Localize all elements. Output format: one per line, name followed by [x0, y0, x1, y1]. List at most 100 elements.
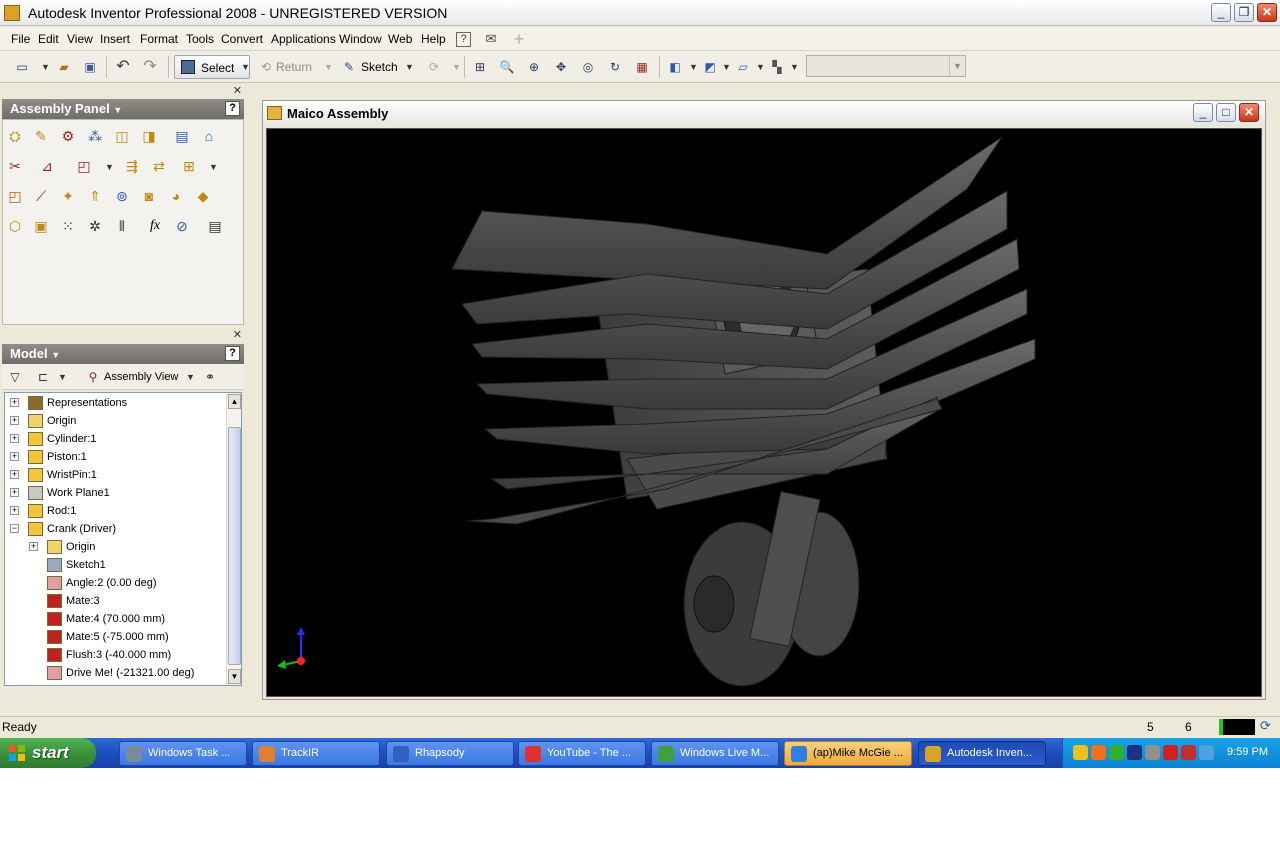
sketch-icon[interactable]: ✎ — [341, 57, 357, 77]
zoom-icon[interactable]: ⊕ — [524, 57, 544, 77]
camera-dropdown-icon[interactable]: ▼ — [722, 57, 731, 77]
open-folder-icon[interactable]: ▰ — [54, 57, 74, 77]
work-axis-icon[interactable]: ⟋ — [32, 187, 50, 205]
constraint-icon[interactable]: ✂ — [6, 157, 24, 175]
help-icon[interactable]: ? — [225, 346, 240, 361]
collapse-icon[interactable]: − — [10, 524, 19, 533]
assembly-view-selector[interactable]: Assembly View — [104, 367, 184, 387]
expand-icon[interactable]: + — [10, 452, 19, 461]
restore-button[interactable]: ❐ — [1234, 3, 1254, 22]
return-dropdown-icon[interactable]: ▼ — [324, 57, 333, 77]
return-icon[interactable]: ⟲ — [258, 57, 274, 77]
mcafee-icon[interactable] — [1163, 745, 1178, 760]
menu-format[interactable]: Format — [140, 32, 178, 46]
expand-icon[interactable]: + — [29, 542, 38, 551]
menu-view[interactable]: View — [67, 32, 93, 46]
app-icon[interactable] — [4, 5, 20, 21]
grid-snap-icon[interactable]: ⊞ — [180, 157, 198, 175]
rotate-icon[interactable]: ↻ — [605, 57, 625, 77]
style-combo[interactable]: ▼ — [806, 55, 966, 77]
move-component-icon[interactable]: ◰ — [75, 157, 93, 175]
new-file-icon[interactable]: ▭ — [12, 57, 32, 77]
parameters-icon[interactable]: fx — [146, 217, 164, 235]
extrude-icon[interactable]: ⇑ — [86, 187, 104, 205]
sync-icon[interactable] — [1109, 745, 1124, 760]
new-dropdown-icon[interactable]: ▼ — [41, 57, 50, 77]
select-dropdown-icon[interactable]: ▼ — [241, 57, 250, 77]
whats-new-icon[interactable]: ✉ — [482, 30, 500, 48]
work-plane-icon[interactable]: ◰ — [6, 187, 24, 205]
minimize-button[interactable]: _ — [1211, 3, 1231, 22]
pattern-icon[interactable]: ⁙ — [59, 217, 77, 235]
update-dropdown-icon[interactable]: ▼ — [452, 57, 461, 77]
substitute-icon[interactable]: ⌂ — [200, 127, 218, 145]
ground-plane-icon[interactable]: ▱ — [733, 57, 753, 77]
doc-close-button[interactable]: ✕ — [1239, 103, 1259, 122]
expand-icon[interactable]: + — [10, 506, 19, 515]
tree-item[interactable]: + Work Plane1 — [5, 484, 227, 502]
menu-applications[interactable]: Applications — [271, 32, 336, 46]
expand-icon[interactable]: + — [10, 398, 19, 407]
assembly-panel-header[interactable]: Assembly Panel ▼ ? — [2, 99, 244, 119]
joint-icon[interactable]: ⊿ — [38, 157, 56, 175]
shell-icon[interactable]: ▣ — [32, 217, 50, 235]
place-component-icon[interactable]: ⛭ — [6, 127, 24, 145]
component-display-dropdown-icon[interactable]: ▼ — [790, 57, 799, 77]
expand-icon[interactable]: + — [10, 470, 19, 479]
fillet-icon[interactable]: ◕ — [167, 187, 185, 205]
app-tray-icon[interactable] — [1181, 745, 1196, 760]
camera-icon[interactable]: ◩ — [700, 57, 720, 77]
tree-item[interactable]: Flush:3 (-40.000 mm) — [5, 646, 227, 664]
pattern-component-icon[interactable]: ⁂ — [86, 127, 104, 145]
tree-item[interactable]: + Rod:1 — [5, 502, 227, 520]
create-component-icon[interactable]: ✎ — [32, 127, 50, 145]
expand-icon[interactable]: + — [10, 488, 19, 497]
circular-pattern-icon[interactable]: ✲ — [86, 217, 104, 235]
work-point-icon[interactable]: ✦ — [59, 187, 77, 205]
scroll-down-icon[interactable]: ▼ — [228, 669, 241, 684]
move-dropdown-icon[interactable]: ▼ — [105, 157, 114, 177]
add-icon[interactable]: + — [510, 30, 528, 48]
close-icon[interactable]: ✕ — [233, 84, 242, 97]
close-icon[interactable]: ✕ — [233, 328, 242, 341]
view-dropdown-icon[interactable]: ▼ — [186, 367, 195, 387]
resize-grip-icon[interactable]: ⟳ — [1260, 718, 1271, 734]
scroll-thumb[interactable] — [228, 427, 241, 665]
help-topics-icon[interactable]: ? — [456, 32, 471, 47]
rotate-component-icon[interactable]: ⇶ — [123, 157, 141, 175]
pan-icon[interactable]: ✥ — [551, 57, 571, 77]
tree-item[interactable]: + WristPin:1 — [5, 466, 227, 484]
taskbar-button[interactable]: TrackIR — [252, 741, 380, 766]
zoom-all-icon[interactable]: ⊞ — [470, 57, 490, 77]
revolve-icon[interactable]: ⊚ — [113, 187, 131, 205]
menu-file[interactable]: File — [11, 32, 30, 46]
close-button[interactable]: ✕ — [1257, 3, 1277, 22]
mirror-icon[interactable]: ⫴ — [113, 217, 131, 235]
zoom-selected-icon[interactable]: ◎ — [578, 57, 598, 77]
menu-window[interactable]: Window — [339, 32, 382, 46]
tree-item[interactable]: + Representations — [5, 394, 227, 412]
tree-scrollbar[interactable]: ▲ ▼ — [226, 393, 241, 685]
network-icon[interactable] — [1127, 745, 1142, 760]
3d-viewport[interactable] — [266, 128, 1262, 697]
find-binoculars-icon[interactable]: ⚭ — [200, 367, 220, 387]
ground-plane-dropdown-icon[interactable]: ▼ — [756, 57, 765, 77]
tree-item[interactable]: Sketch1 — [5, 556, 227, 574]
doc-minimize-button[interactable]: _ — [1193, 103, 1213, 122]
tree-options-icon[interactable]: ⊏ — [34, 367, 52, 387]
menu-tools[interactable]: Tools — [186, 32, 214, 46]
tree-item[interactable]: − Crank (Driver) — [5, 520, 227, 538]
doc-maximize-button[interactable]: □ — [1216, 103, 1236, 122]
tree-options-dropdown-icon[interactable]: ▼ — [58, 367, 67, 387]
start-button[interactable]: start — [0, 738, 96, 768]
undo-icon[interactable]: ↶ — [113, 57, 133, 77]
messenger-icon[interactable] — [1199, 745, 1214, 760]
chamfer-icon[interactable]: ◆ — [194, 187, 212, 205]
taskbar-button[interactable]: (ap)Mike McGie ... — [784, 741, 912, 766]
sketch-button[interactable]: Sketch — [361, 57, 401, 77]
fraps-icon[interactable] — [1091, 745, 1106, 760]
taskbar-button[interactable]: Windows Live M... — [651, 741, 779, 766]
replace-component-icon[interactable]: ⇄ — [150, 157, 168, 175]
zoom-window-icon[interactable]: 🔍 — [497, 57, 517, 77]
update-icon[interactable]: ⟳ — [424, 57, 444, 77]
